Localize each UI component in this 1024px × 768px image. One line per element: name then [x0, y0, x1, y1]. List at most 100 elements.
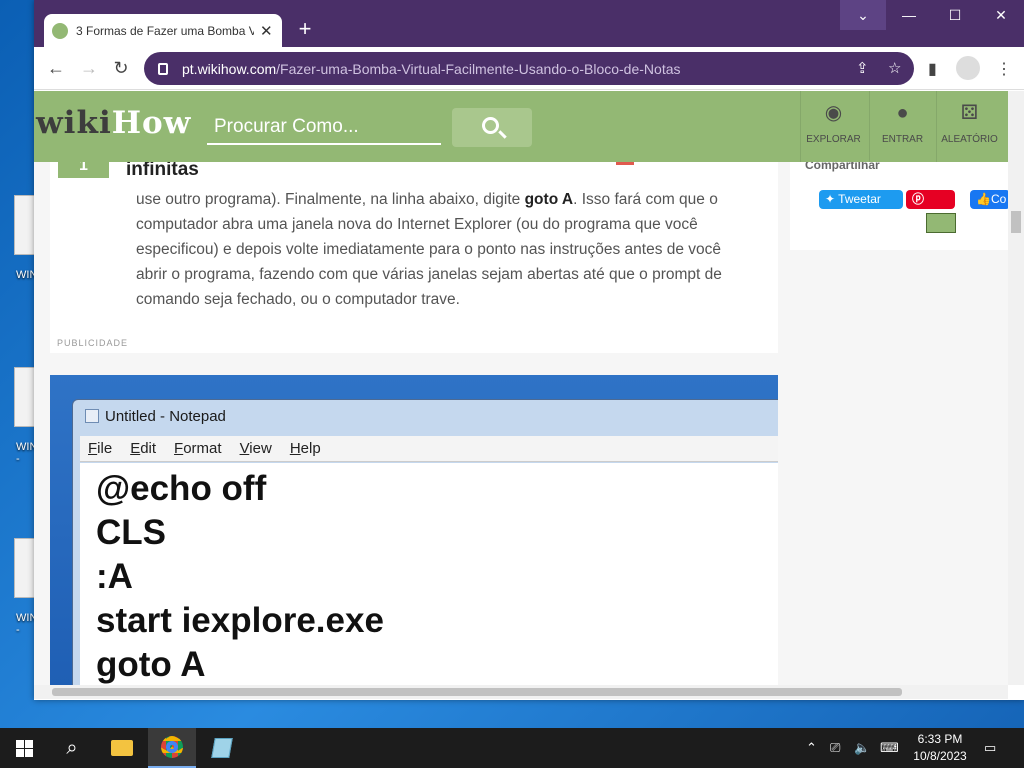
logo-how: How: [111, 105, 192, 141]
share-icon[interactable]: ⇪: [856, 59, 869, 77]
step-image: Untitled - Notepad File Edit Format View…: [50, 375, 778, 685]
email-share-icon[interactable]: [926, 213, 956, 233]
code-line: @echo off: [96, 469, 267, 508]
new-tab-button[interactable]: +: [292, 16, 318, 42]
notepad-title: Untitled - Notepad: [85, 408, 226, 425]
reload-button[interactable]: ↻: [108, 55, 134, 81]
file-icon: [14, 195, 36, 255]
compass-icon: ◉: [824, 102, 843, 124]
file-explorer-button[interactable]: [98, 728, 146, 768]
step-text: use outro programa). Finalmente, na linh…: [136, 191, 722, 308]
clock[interactable]: 6:33 PM 10/8/2023: [910, 731, 970, 765]
volume-muted-icon[interactable]: 🔈: [854, 740, 870, 756]
nav-explorar[interactable]: ◉ EXPLORAR: [800, 91, 866, 162]
search-icon: ⌕: [66, 736, 78, 759]
keyboard-icon[interactable]: ⌨: [880, 740, 899, 756]
notepad-taskbar-button[interactable]: [198, 728, 246, 768]
menu-view: View: [239, 440, 272, 457]
notepad-icon: [85, 409, 99, 423]
nav-label: EXPLORAR: [806, 134, 861, 145]
user-icon: ●: [896, 102, 909, 124]
pinterest-icon: ⓟ: [912, 192, 925, 206]
ad-label: PUBLICIDADE: [57, 338, 129, 348]
scroll-thumb[interactable]: [1011, 211, 1021, 233]
desktop-icon[interactable]: WIN -: [4, 367, 38, 465]
wikihow-logo[interactable]: wikiHow: [36, 105, 191, 141]
step-heading: infinitas: [126, 159, 199, 180]
twitter-icon: ✦: [825, 192, 839, 206]
menu-edit: Edit: [130, 440, 157, 457]
nav-aleatorio[interactable]: ⚄ ALEATÓRIO: [936, 91, 1002, 162]
facebook-share-button[interactable]: 👍Co: [970, 190, 1008, 209]
tab-strip: 3 Formas de Fazer uma Bomba V ✕ + ⌄ — ☐ …: [34, 0, 1024, 47]
forward-button[interactable]: →: [76, 55, 102, 81]
menu-format: Format: [174, 440, 222, 457]
minimize-button[interactable]: —: [886, 0, 932, 30]
code-line: start iexplore.exe: [96, 601, 384, 640]
folder-icon: [111, 740, 133, 756]
maximize-button[interactable]: ☐: [932, 0, 978, 30]
bookmark-star-icon[interactable]: ☆: [888, 59, 901, 77]
chrome-taskbar-button[interactable]: [148, 728, 196, 768]
code-line: CLS: [96, 513, 166, 552]
code-line: goto A: [96, 645, 206, 684]
search-input[interactable]: [207, 111, 441, 145]
desktop-icon[interactable]: WIN: [4, 195, 38, 281]
menu-kebab-icon[interactable]: ⋮: [996, 59, 1012, 79]
tweet-button[interactable]: ✦ Tweetar: [819, 190, 903, 209]
url-path: /Fazer-uma-Bomba-Virtual-Facilmente-Usan…: [276, 60, 681, 77]
like-icon: 👍: [976, 192, 991, 206]
tab-title: 3 Formas de Fazer uma Bomba V: [76, 23, 254, 38]
desktop-icon-label: WIN -: [16, 612, 38, 636]
chevron-up-icon[interactable]: ⌃: [806, 740, 817, 756]
close-window-button[interactable]: ✕: [978, 0, 1024, 30]
browser-window: 3 Formas de Fazer uma Bomba V ✕ + ⌄ — ☐ …: [34, 0, 1024, 700]
wikihow-favicon-icon: [52, 22, 68, 39]
search-icon: [482, 117, 499, 134]
search-taskbar-button[interactable]: ⌕: [48, 728, 96, 768]
vertical-scrollbar[interactable]: [1008, 91, 1024, 685]
clock-time: 6:33 PM: [917, 732, 963, 746]
address-bar[interactable]: pt.wikihow.com/Fazer-uma-Bomba-Virtual-F…: [144, 52, 914, 85]
dice-icon: ⚄: [960, 102, 979, 124]
search-button[interactable]: [452, 108, 532, 147]
file-icon: [14, 367, 36, 427]
chrome-icon: [161, 736, 183, 758]
scroll-thumb[interactable]: [52, 688, 902, 696]
browser-toolbar: ← → ↻ pt.wikihow.com/Fazer-uma-Bomba-Vir…: [34, 47, 1024, 90]
notepad-text-area: @echo off CLS :A start iexplore.exe goto…: [80, 463, 778, 685]
url-domain: pt.wikihow.com: [182, 60, 277, 77]
pinterest-save-button[interactable]: ⓟ Save: [906, 190, 955, 225]
file-icon: [14, 538, 36, 598]
browser-tab[interactable]: 3 Formas de Fazer uma Bomba V ✕: [44, 14, 282, 47]
web-page: wikiHow ◉ EXPLORAR ● ENTRAR ⚄ ALEATÓRIO …: [34, 91, 1008, 685]
tab-search-button[interactable]: ⌄: [840, 0, 886, 30]
wikihow-header: wikiHow ◉ EXPLORAR ● ENTRAR ⚄ ALEATÓRIO: [34, 91, 1008, 162]
nav-entrar[interactable]: ● ENTRAR: [869, 91, 935, 162]
notification-icon[interactable]: ▭: [984, 740, 996, 756]
menu-file: File: [88, 440, 113, 457]
menu-help: Help: [289, 440, 321, 457]
nav-label: ENTRAR: [881, 134, 924, 145]
notepad-window: Untitled - Notepad File Edit Format View…: [72, 399, 778, 685]
code-line: :A: [96, 557, 133, 596]
nav-label: ALEATÓRIO: [941, 134, 998, 145]
windows-icon: [15, 739, 33, 757]
share-sidebar: Compartilhar ✦ Tweetar ⓟ Save 👍Co: [790, 158, 1008, 250]
desktop-icon-label: WIN: [16, 269, 38, 281]
desktop-icon[interactable]: WIN -: [4, 538, 38, 636]
horizontal-scrollbar[interactable]: [34, 685, 1008, 699]
close-tab-icon[interactable]: ✕: [260, 22, 273, 40]
lock-icon: [158, 62, 168, 75]
desktop-icon-label: WIN -: [16, 441, 38, 465]
notepad-menu-bar: File Edit Format View Help: [80, 436, 778, 462]
network-icon[interactable]: ⎚: [830, 740, 840, 756]
back-button[interactable]: ←: [43, 55, 69, 81]
notepad-app-icon: [211, 738, 233, 758]
side-panel-icon[interactable]: ▮: [928, 59, 937, 79]
taskbar: ⌕ ⌃ ⎚ 🔈 ⌨ 6:33 PM 10/8/2023 ▭: [0, 728, 1024, 768]
clock-date: 10/8/2023: [913, 749, 967, 763]
profile-avatar[interactable]: [956, 56, 980, 80]
start-button[interactable]: [0, 728, 48, 768]
url-text: pt.wikihow.com/Fazer-uma-Bomba-Virtual-F…: [182, 61, 681, 77]
